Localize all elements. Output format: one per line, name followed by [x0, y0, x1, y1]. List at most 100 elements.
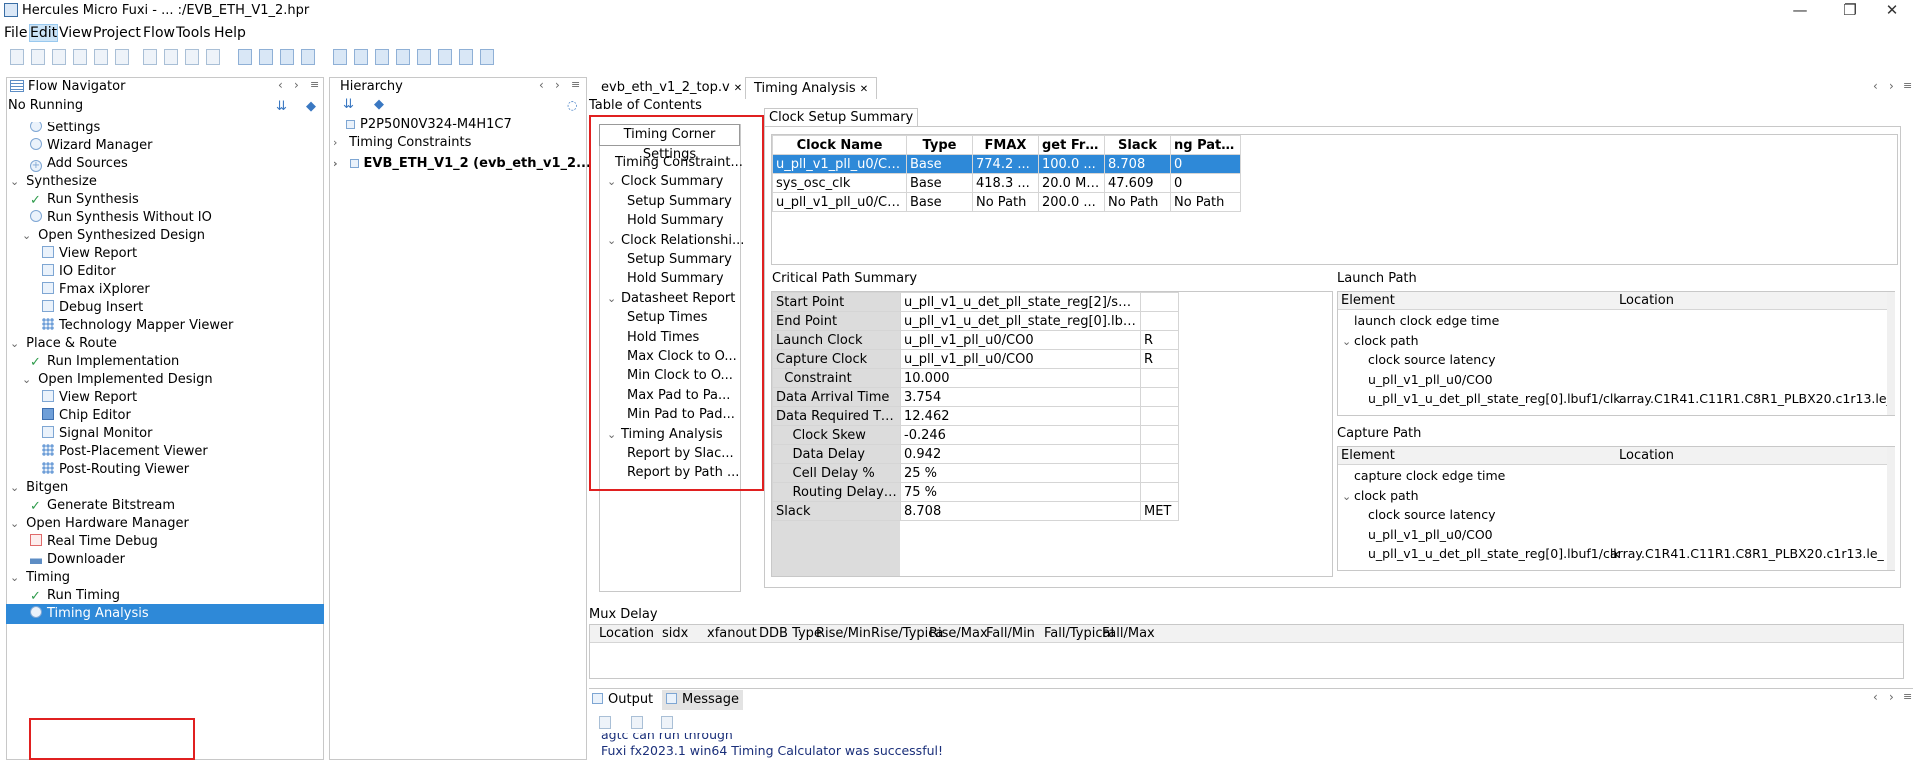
- nav-item-io-editor[interactable]: IO Editor: [6, 262, 324, 282]
- chevron-down-icon[interactable]: ⌄: [1342, 332, 1354, 351]
- implementation-icon[interactable]: [259, 49, 273, 65]
- column-header[interactable]: xfanout: [707, 626, 757, 641]
- maximize-button[interactable]: ❐: [1830, 0, 1870, 22]
- download-icon[interactable]: [438, 49, 452, 65]
- menu-help[interactable]: Help: [214, 25, 246, 41]
- table-row[interactable]: sys_osc_clk Base 418.3 ... 20.0 MHz 47.609 0: [772, 173, 1241, 193]
- minimize-button[interactable]: —: [1780, 0, 1820, 22]
- nav-item-open-synthesized-design[interactable]: ⌄ Open Synthesized Design: [6, 226, 324, 246]
- nav-item-generate-bitstream[interactable]: ✓ Generate Bitstream: [6, 496, 324, 516]
- column-header[interactable]: Slack: [1104, 135, 1171, 155]
- nav-item-synthesize[interactable]: ⌄ Synthesize: [6, 172, 324, 192]
- monitor-icon[interactable]: [375, 49, 389, 65]
- debug-icon[interactable]: [354, 49, 368, 65]
- save-log-icon[interactable]: [661, 716, 673, 729]
- paste-icon[interactable]: [206, 49, 220, 65]
- column-header[interactable]: ng Path Co: [1170, 135, 1241, 155]
- chevron-down-icon[interactable]: ⌄: [10, 478, 22, 498]
- run-flow-icon[interactable]: [333, 49, 347, 65]
- menu-view[interactable]: View: [59, 25, 92, 41]
- nav-item-debug-insert[interactable]: Debug Insert: [6, 298, 324, 318]
- nav-item-downloader[interactable]: Downloader: [6, 550, 324, 570]
- menu-flow[interactable]: Flow: [143, 25, 175, 41]
- nav-item-fmax-ixplorer[interactable]: Fmax iXplorer: [6, 280, 324, 300]
- nav-item-timing-analysis[interactable]: Timing Analysis: [6, 604, 324, 624]
- nav-item-run-synthesis-without-io[interactable]: Run Synthesis Without IO: [6, 208, 324, 228]
- chevron-down-icon[interactable]: ⌄: [10, 514, 22, 534]
- nav-prev-icon[interactable]: ‹: [278, 78, 283, 92]
- clear-icon[interactable]: [599, 716, 611, 729]
- nav-item-real-time-debug[interactable]: Real Time Debug: [6, 532, 324, 552]
- menu-tools[interactable]: Tools: [176, 25, 211, 41]
- nav-item-timing[interactable]: ⌄ Timing: [6, 568, 324, 588]
- chevron-down-icon[interactable]: ⌄: [1342, 487, 1354, 506]
- viewer-icon[interactable]: [396, 49, 410, 65]
- tabs-next-icon[interactable]: ›: [1889, 79, 1894, 93]
- new-file-icon[interactable]: [10, 49, 24, 65]
- capture-path-scrollbar[interactable]: [1887, 447, 1895, 570]
- table-row[interactable]: u_pll_v1_pll_u0/CO1 Base No Path 200.0 ... N…: [772, 192, 1241, 212]
- chevron-down-icon[interactable]: ⌄: [10, 172, 22, 192]
- save-all-icon[interactable]: [73, 49, 87, 65]
- nav-item-bitgen[interactable]: ⌄ Bitgen: [6, 478, 324, 498]
- console-menu-icon[interactable]: ≡: [1903, 690, 1912, 703]
- tab-evb-top[interactable]: evb_eth_v1_2_top.v ✕: [593, 77, 750, 99]
- tab-timing-analysis[interactable]: Timing Analysis ✕: [745, 77, 878, 99]
- tabs-prev-icon[interactable]: ‹: [1873, 79, 1878, 93]
- column-header[interactable]: Fall/Max: [1102, 626, 1155, 641]
- hier-expand-icon[interactable]: ◆: [374, 97, 384, 112]
- menu-edit[interactable]: Edit: [28, 24, 59, 42]
- collapse-all-icon[interactable]: ⇊: [276, 99, 287, 114]
- nav-item-open-hardware-manager[interactable]: ⌄ Open Hardware Manager: [6, 514, 324, 534]
- nav-item-view-report[interactable]: View Report: [6, 388, 324, 408]
- chevron-down-icon[interactable]: ⌄: [22, 226, 34, 246]
- nav-item-signal-monitor[interactable]: Signal Monitor: [6, 424, 324, 444]
- tab-message[interactable]: Message: [662, 690, 743, 710]
- column-header[interactable]: get Freque: [1038, 135, 1105, 155]
- tab-close-icon[interactable]: ✕: [860, 84, 868, 95]
- table-row[interactable]: u_pll_v1_pll_u0/CO0 Base 774.2 ... 100.0 ..…: [772, 154, 1241, 174]
- nav-item-post-placement-viewer[interactable]: Post-Placement Viewer: [6, 442, 324, 462]
- chevron-down-icon[interactable]: ⌄: [10, 334, 22, 354]
- synthesis-icon[interactable]: [238, 49, 252, 65]
- undo-icon[interactable]: [143, 49, 157, 65]
- column-header[interactable]: DDB Type: [759, 626, 822, 641]
- nav-item-run-implementation[interactable]: ✓ Run Implementation: [6, 352, 324, 372]
- nav-item-chip-editor[interactable]: Chip Editor: [6, 406, 324, 426]
- tab-close-icon[interactable]: ✕: [734, 83, 742, 94]
- hier-next-icon[interactable]: ›: [555, 78, 560, 92]
- tab-output[interactable]: Output: [592, 690, 653, 710]
- timing-icon[interactable]: [459, 49, 473, 65]
- nav-item-post-routing-viewer[interactable]: Post-Routing Viewer: [6, 460, 324, 480]
- close-button[interactable]: ✕: [1872, 0, 1912, 22]
- column-header[interactable]: Rise/Max: [929, 626, 988, 641]
- panel-menu-icon[interactable]: ≡: [310, 78, 319, 91]
- column-header[interactable]: Rise/Min: [816, 626, 871, 641]
- tabs-menu-icon[interactable]: ≡: [1903, 79, 1912, 92]
- menu-file[interactable]: File: [4, 25, 27, 41]
- chip-editor-icon[interactable]: [280, 49, 294, 65]
- hier-device[interactable]: P2P50N0V324-M4H1C7: [346, 116, 512, 134]
- bitstream-icon[interactable]: [417, 49, 431, 65]
- nav-next-icon[interactable]: ›: [294, 78, 299, 92]
- save-icon[interactable]: [52, 49, 66, 65]
- chevron-down-icon[interactable]: ⌄: [22, 370, 34, 390]
- refresh-icon[interactable]: ◌: [567, 98, 577, 112]
- report-icon[interactable]: [301, 49, 315, 65]
- copy-log-icon[interactable]: [631, 716, 643, 729]
- chevron-down-icon[interactable]: ⌄: [10, 568, 22, 588]
- nav-item-wizard-manager[interactable]: Wizard Manager: [6, 136, 324, 156]
- report-file-icon[interactable]: [480, 49, 494, 65]
- nav-item-run-synthesis[interactable]: ✓ Run Synthesis: [6, 190, 324, 210]
- expand-all-icon[interactable]: ◆: [306, 99, 316, 114]
- column-header[interactable]: Fall/Min: [986, 626, 1035, 641]
- hier-prev-icon[interactable]: ‹: [539, 78, 544, 92]
- clock-setup-tab[interactable]: Clock Setup Summary: [764, 108, 919, 127]
- copy-icon[interactable]: [185, 49, 199, 65]
- launch-path-scrollbar[interactable]: [1887, 292, 1895, 415]
- column-header[interactable]: Type: [906, 135, 973, 155]
- hier-collapse-icon[interactable]: ⇊: [343, 97, 354, 112]
- nav-item-open-implemented-design[interactable]: ⌄ Open Implemented Design: [6, 370, 324, 390]
- nav-item-place-route[interactable]: ⌄ Place & Route: [6, 334, 324, 354]
- column-header[interactable]: Clock Name: [772, 135, 907, 155]
